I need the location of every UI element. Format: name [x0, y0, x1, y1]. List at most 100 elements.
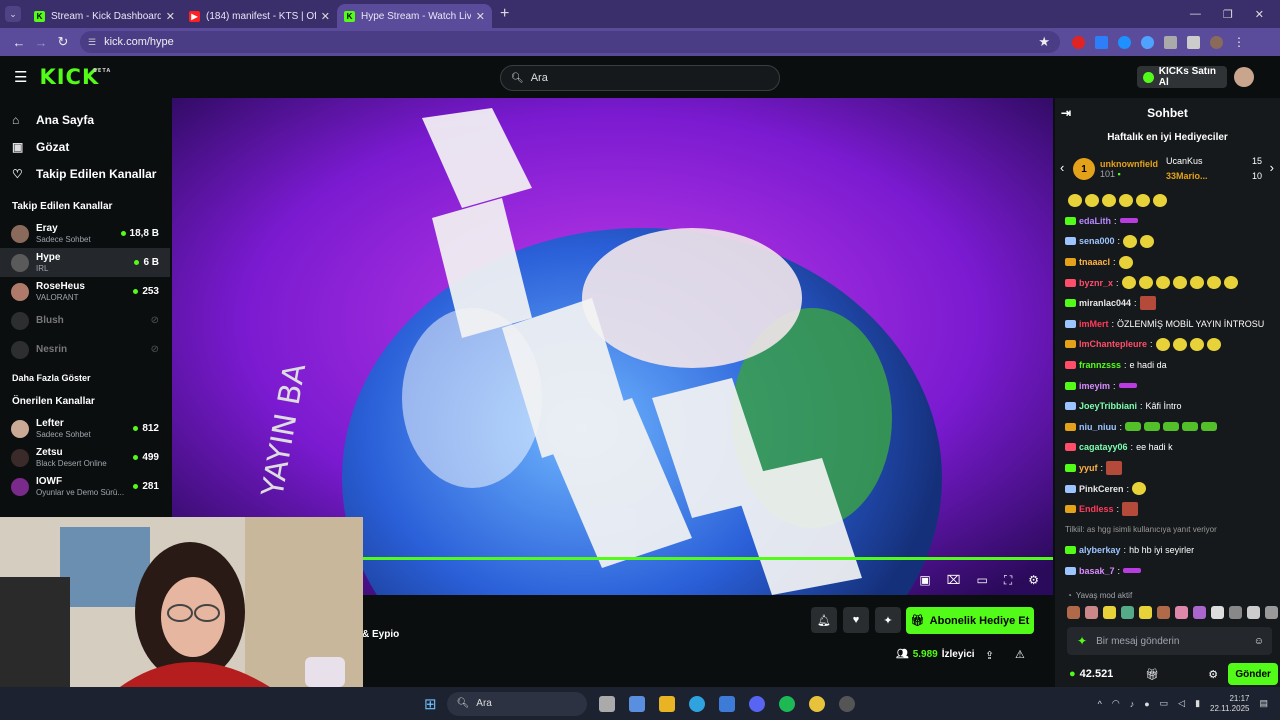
extension-icon[interactable] — [1141, 35, 1154, 49]
wifi-icon[interactable]: ◠ — [1112, 698, 1120, 709]
chat-username[interactable]: sena000 — [1079, 236, 1115, 246]
emote-icon[interactable] — [1067, 605, 1080, 619]
emoji-icon[interactable]: ☺ — [1254, 636, 1264, 647]
emote-icon[interactable] — [1211, 605, 1224, 619]
emote-icon[interactable] — [1265, 605, 1278, 619]
microphone-icon[interactable]: ● — [1144, 699, 1149, 709]
notification-icon[interactable]: ▤ — [1259, 698, 1268, 709]
battery-icon[interactable]: ▮ — [1195, 698, 1200, 709]
gift-subscription-button[interactable]: 🎁︎ Abonelik Hediye Et — [906, 607, 1034, 634]
back-icon[interactable]: ← — [8, 35, 30, 50]
close-icon[interactable]: ✕ — [476, 10, 485, 23]
emote-icon[interactable] — [1121, 605, 1134, 619]
reload-icon[interactable]: ↻ — [52, 34, 74, 50]
close-icon[interactable]: ✕ — [166, 10, 175, 23]
chat-settings-icon[interactable]: ⚙ — [1208, 668, 1218, 681]
emote-icon[interactable] — [1229, 605, 1242, 619]
gift-icon[interactable]: 🎁︎ — [1145, 668, 1159, 681]
sidebar-item-browse[interactable]: ▣ Gözat — [0, 133, 170, 160]
browser-tab-1[interactable]: K Stream - Kick Dashboard ✕ — [27, 4, 182, 28]
chat-username[interactable]: frannzsss — [1079, 360, 1121, 370]
app-icon[interactable] — [838, 695, 855, 712]
channel-iowf[interactable]: IOWF Oyunlar ve Demo Sürü... 281 — [0, 472, 170, 501]
chat-username[interactable]: JoeyTribbiani — [1079, 401, 1137, 411]
channel-roseheus[interactable]: RoseHeus VALORANT 253 — [0, 277, 170, 306]
sparkle-icon[interactable]: ✦ — [1077, 634, 1087, 648]
channel-zetsu[interactable]: Zetsu Black Desert Online 499 — [0, 443, 170, 472]
hamburger-menu-icon[interactable]: ☰ — [14, 68, 27, 86]
emote-icon[interactable] — [1157, 605, 1170, 619]
chat-username[interactable]: niu_niuu — [1079, 422, 1117, 432]
edge-icon[interactable] — [688, 695, 705, 712]
bookmark-star-icon[interactable]: ★ — [1038, 34, 1050, 50]
chat-username[interactable]: miranlac044 — [1079, 298, 1131, 308]
site-info-icon[interactable]: ☰ — [88, 37, 96, 48]
menu-dots-icon[interactable]: ⋮ — [1233, 35, 1246, 49]
windows-start-icon[interactable]: ⊞ — [424, 695, 437, 713]
kick-logo[interactable]: KICK BETA — [39, 65, 110, 89]
volume-icon[interactable]: ♪ — [1130, 699, 1135, 709]
pip-icon[interactable]: ▣ — [919, 573, 930, 588]
chat-username[interactable]: PinkCeren — [1079, 484, 1124, 494]
channel-eray[interactable]: Eray Sadece Sohbet 18,8 B — [0, 219, 170, 248]
notification-bell-button[interactable]: 🔔︎ — [811, 607, 837, 633]
taskbar-search[interactable]: 🔍︎ Ara — [446, 691, 587, 716]
tray-chevron-icon[interactable]: ^ — [1098, 699, 1102, 709]
task-view-icon[interactable] — [598, 695, 615, 712]
extension-icon[interactable] — [1072, 35, 1085, 49]
minimize-icon[interactable]: — — [1190, 8, 1201, 21]
emote-icon[interactable] — [1193, 605, 1206, 619]
chat-username[interactable]: imeyim — [1079, 381, 1110, 391]
channel-blush[interactable]: Blush ⊘ — [0, 306, 170, 335]
chat-username[interactable]: alyberkay — [1079, 545, 1121, 555]
sparkle-button[interactable]: ✦ — [875, 607, 901, 633]
chat-username[interactable]: Endless — [1079, 504, 1114, 514]
channel-nesrin[interactable]: Nesrin ⊘ — [0, 335, 170, 364]
emote-icon[interactable] — [1175, 605, 1188, 619]
chat-username[interactable]: ImChantepleure — [1079, 339, 1147, 349]
send-button[interactable]: Gönder — [1228, 663, 1279, 685]
browser-tab-3[interactable]: K Hype Stream - Watch Live o ✕ — [337, 4, 492, 28]
speaker-icon[interactable]: ◁ — [1178, 698, 1185, 709]
chat-username[interactable]: cagatayy06 — [1079, 442, 1128, 452]
chrome-icon[interactable] — [808, 695, 825, 712]
new-tab-button[interactable]: + — [500, 5, 509, 23]
clock[interactable]: 21:17 22.11.2025 — [1210, 694, 1249, 714]
fullscreen-icon[interactable]: ⛶ — [1004, 573, 1012, 588]
chat-username[interactable]: edaLith — [1079, 216, 1111, 226]
chat-input[interactable]: ✦ Bir mesaj gönderin ☺ — [1067, 627, 1272, 655]
emote-icon[interactable] — [1085, 605, 1098, 619]
chat-username[interactable]: basak_7 — [1079, 566, 1115, 576]
puzzle-icon[interactable] — [1164, 35, 1177, 49]
sidebar-item-home[interactable]: ⌂ Ana Sayfa — [0, 106, 170, 133]
emote-icon[interactable] — [1139, 605, 1152, 619]
collapse-chat-icon[interactable]: ⇥ — [1061, 106, 1071, 120]
close-window-icon[interactable]: ✕ — [1255, 8, 1264, 21]
forward-icon[interactable]: → — [30, 35, 52, 50]
close-icon[interactable]: ✕ — [321, 10, 330, 23]
chevron-right-icon[interactable]: › — [1270, 160, 1274, 175]
sidebar-item-following[interactable]: ♡ Takip Edilen Kanallar — [0, 160, 170, 187]
chat-username[interactable]: tnaaacl — [1079, 257, 1110, 267]
channel-hype[interactable]: Hype IRL 6 B — [0, 248, 170, 277]
report-warning-icon[interactable]: ⚠ — [1015, 648, 1025, 661]
channel-lefter[interactable]: Lefter Sadece Sohbet 812 — [0, 414, 170, 443]
chat-username[interactable]: byznr_x — [1079, 278, 1113, 288]
browser-tab-2[interactable]: ▶ (184) manifest - KTS | Official M ✕ — [182, 4, 337, 28]
settings-gear-icon[interactable]: ⚙ — [1028, 573, 1039, 588]
chevron-left-icon[interactable]: ‹ — [1060, 160, 1064, 175]
store-icon[interactable] — [718, 695, 735, 712]
kicks-buy-button[interactable]: KICKs Satın Al — [1137, 66, 1227, 88]
restore-icon[interactable]: ❐ — [1223, 8, 1233, 21]
tab-search-icon[interactable]: ⌄ — [5, 6, 21, 22]
extension-icon[interactable] — [1118, 35, 1131, 49]
show-more-link[interactable]: Daha Fazla Göster — [0, 364, 170, 388]
copilot-icon[interactable] — [628, 695, 645, 712]
browser-profile-icon[interactable] — [1210, 35, 1223, 49]
search-input[interactable]: 🔍︎ Ara — [500, 65, 780, 91]
extension-icon[interactable] — [1095, 35, 1108, 49]
clip-icon[interactable]: ⌧ — [947, 573, 961, 588]
chat-username[interactable]: imMert — [1079, 319, 1109, 329]
share-icon[interactable]: ⇪ — [985, 649, 994, 662]
file-explorer-icon[interactable] — [658, 695, 675, 712]
